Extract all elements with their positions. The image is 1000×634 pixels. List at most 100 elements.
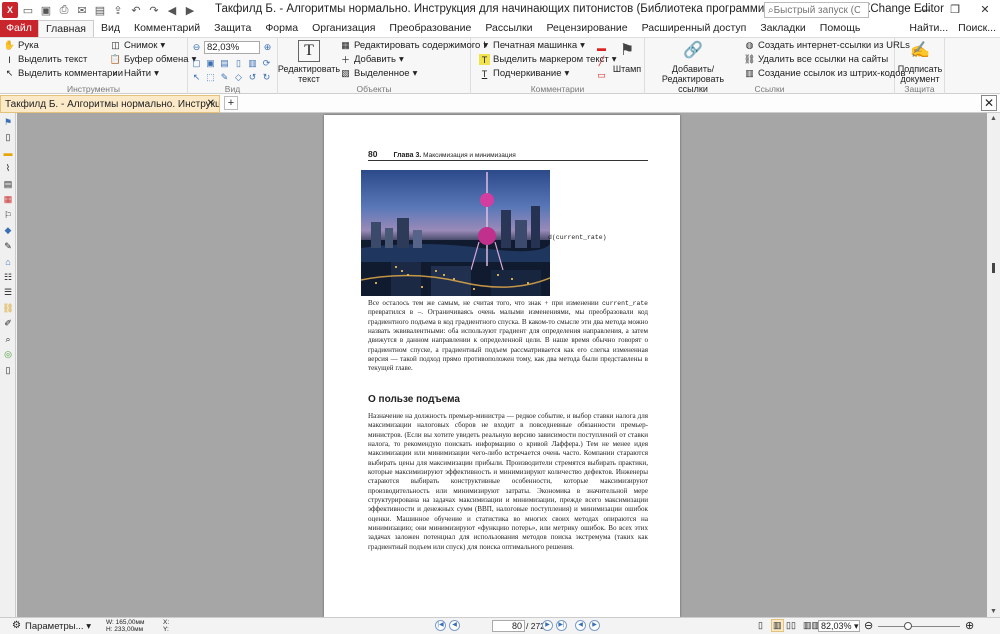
tab-comment[interactable]: Комментарий xyxy=(127,20,207,37)
back-view-icon[interactable]: ◀ xyxy=(575,620,586,631)
open-icon[interactable]: ▭ xyxy=(20,2,36,18)
properties-icon[interactable]: ✐ xyxy=(2,318,14,330)
search-panel-icon[interactable]: ⌕ xyxy=(2,333,14,345)
comments-icon[interactable]: ▬ xyxy=(2,147,14,159)
zoom-in-icon[interactable]: ⊕ xyxy=(262,42,273,53)
quick-launch-box[interactable]: ⌕ xyxy=(764,2,869,18)
next-page-icon[interactable]: ▶ xyxy=(542,620,553,631)
gear-icon[interactable]: ⚙ xyxy=(12,620,21,631)
edit-content-button[interactable]: ▦ Редактировать содержимого ▾ xyxy=(340,40,488,51)
create-url-links-button[interactable]: ◍ Создать интернет-ссылки из URLs xyxy=(744,40,910,51)
bookmarks-icon[interactable]: ⚑ xyxy=(2,116,14,128)
tab-bookmarks[interactable]: Закладки xyxy=(753,20,812,37)
layers-icon[interactable]: ▤ xyxy=(2,178,14,190)
selected-button[interactable]: ▧ Выделенное ▾ xyxy=(340,68,417,79)
shape-icon[interactable]: ◇ xyxy=(233,72,244,83)
stamp-button[interactable]: ⚑ Штамп xyxy=(611,40,643,75)
tab-view[interactable]: Вид xyxy=(94,20,127,37)
zoom-field[interactable]: 82,03% xyxy=(204,41,260,54)
tab-home[interactable]: Главная xyxy=(38,20,94,37)
undo-icon[interactable]: ↶ xyxy=(128,2,144,18)
zoom-slider[interactable] xyxy=(878,622,960,630)
options-button[interactable]: Параметры... ▾ xyxy=(25,621,91,632)
single-page-icon[interactable]: ▯ xyxy=(233,58,244,69)
scroll-up-icon[interactable]: ▲ xyxy=(987,115,1000,122)
forward-icon[interactable]: ▶ xyxy=(182,2,198,18)
forward-view-icon[interactable]: ▶ xyxy=(589,620,600,631)
snapshot-button[interactable]: ◫ Снимок ▾ xyxy=(110,40,165,51)
last-page-icon[interactable]: ▶| xyxy=(556,620,567,631)
vertical-scrollbar[interactable]: ▲ ▼ xyxy=(987,113,1000,617)
zoom-status-field[interactable]: 82,03% ▾ xyxy=(818,620,860,632)
zoom-out-icon[interactable]: ⊖ xyxy=(191,42,202,53)
close-tab-icon[interactable]: ✕ xyxy=(207,98,215,109)
remove-links-button[interactable]: ⛓ Удалить все ссылки на сайты xyxy=(744,54,888,65)
sign-document-button[interactable]: ✍ Подписать документ xyxy=(897,40,943,85)
fit-page-icon[interactable]: ▣ xyxy=(205,58,216,69)
current-page-input[interactable]: 80 xyxy=(492,620,525,632)
tab-protect[interactable]: Защита xyxy=(207,20,258,37)
tags-icon[interactable]: ⌂ xyxy=(2,256,14,268)
zoom-slider-knob[interactable] xyxy=(904,622,912,630)
search-menu[interactable]: Поиск... xyxy=(958,20,996,37)
quick-launch-input[interactable] xyxy=(773,4,860,16)
select-text-button[interactable]: I Выделить текст xyxy=(4,54,87,65)
prev-page-icon[interactable]: ◀ xyxy=(449,620,460,631)
tab-help[interactable]: Помощь xyxy=(813,20,868,37)
typewriter-button[interactable]: Ⅰ Печатная машинка ▾ xyxy=(479,40,585,51)
document-workspace[interactable]: 80 Глава 3. Максимизация и минимизация d… xyxy=(17,113,987,617)
actual-size-icon[interactable]: ▢ xyxy=(191,58,202,69)
rotate-icon[interactable]: ⟳ xyxy=(261,58,272,69)
redo-icon[interactable]: ↷ xyxy=(146,2,162,18)
history-icon[interactable]: ◎ xyxy=(2,349,14,361)
content-icon[interactable]: ☷ xyxy=(2,271,14,283)
email-icon[interactable]: ✉ xyxy=(74,2,90,18)
tab-form[interactable]: Форма xyxy=(258,20,305,37)
tab-organize[interactable]: Организация xyxy=(305,20,382,37)
marquee-icon[interactable]: ⬚ xyxy=(205,72,216,83)
rotate-right-icon[interactable]: ↻ xyxy=(261,72,272,83)
tab-mailings[interactable]: Рассылки xyxy=(478,20,539,37)
edit-text-button[interactable]: T Редактировать текст xyxy=(278,40,340,84)
find-button[interactable]: ⌕ Найти ▾ xyxy=(110,68,159,79)
back-icon[interactable]: ◀ xyxy=(164,2,180,18)
info-icon[interactable]: ▯ xyxy=(2,364,14,376)
continuous-icon[interactable]: ▥ xyxy=(247,58,258,69)
close-button[interactable]: ✕ xyxy=(970,0,1000,20)
tab-share[interactable]: Расширенный доступ xyxy=(635,20,754,37)
scroll-thumb[interactable] xyxy=(992,263,995,273)
new-tab-button[interactable]: + xyxy=(224,96,238,110)
print-icon[interactable]: ⎙ xyxy=(56,2,72,18)
callout-icon[interactable]: ▬ xyxy=(596,42,607,53)
fit-width-icon[interactable]: ▤ xyxy=(219,58,230,69)
zoom-out-status-icon[interactable]: ⊖ xyxy=(864,619,873,632)
select-comments-button[interactable]: ↖ Выделить комментарии xyxy=(4,68,123,79)
first-page-icon[interactable]: |◀ xyxy=(435,620,446,631)
single-page-view-icon[interactable]: ▯ xyxy=(758,620,763,631)
pointer-icon[interactable]: ↖ xyxy=(191,72,202,83)
zoom-in-status-icon[interactable]: ⊕ xyxy=(965,619,974,632)
maximize-button[interactable]: ❐ xyxy=(940,0,970,20)
barcode-links-button[interactable]: ▥ Создание ссылок из штрих-кодов xyxy=(744,68,905,79)
links-panel-icon[interactable]: ⛓ xyxy=(2,302,14,314)
rectangle-icon[interactable]: ▭ xyxy=(596,70,607,81)
facing-view-icon[interactable]: ▯▯ xyxy=(786,620,796,631)
line-icon[interactable]: ╱ xyxy=(596,56,607,67)
upload-icon[interactable]: ⇪ xyxy=(110,2,126,18)
attachments-icon[interactable]: ⌇ xyxy=(2,163,14,175)
find-menu[interactable]: Найти... xyxy=(909,20,948,37)
articles-icon[interactable]: ☰ xyxy=(2,287,14,299)
clipboard-button[interactable]: 📋 Буфер обмена ▾ xyxy=(110,54,196,65)
minimize-button[interactable]: — xyxy=(910,0,940,20)
destinations-icon[interactable]: ⚐ xyxy=(2,209,14,221)
shapes-icon[interactable]: ◆ xyxy=(2,225,14,237)
add-button[interactable]: ＋ Добавить ▾ xyxy=(340,54,404,65)
scan-icon[interactable]: ▤ xyxy=(92,2,108,18)
note-icon[interactable]: ✎ xyxy=(219,72,230,83)
pages-icon[interactable]: ▯ xyxy=(2,132,14,144)
continuous-view-icon[interactable]: ▥ xyxy=(771,619,784,632)
file-menu[interactable]: Файл xyxy=(0,20,38,37)
hand-tool-button[interactable]: ✋ Рука xyxy=(4,40,39,51)
underline-button[interactable]: T Подчеркивание ▾ xyxy=(479,68,570,79)
close-document-button[interactable]: ✕ xyxy=(981,95,997,111)
